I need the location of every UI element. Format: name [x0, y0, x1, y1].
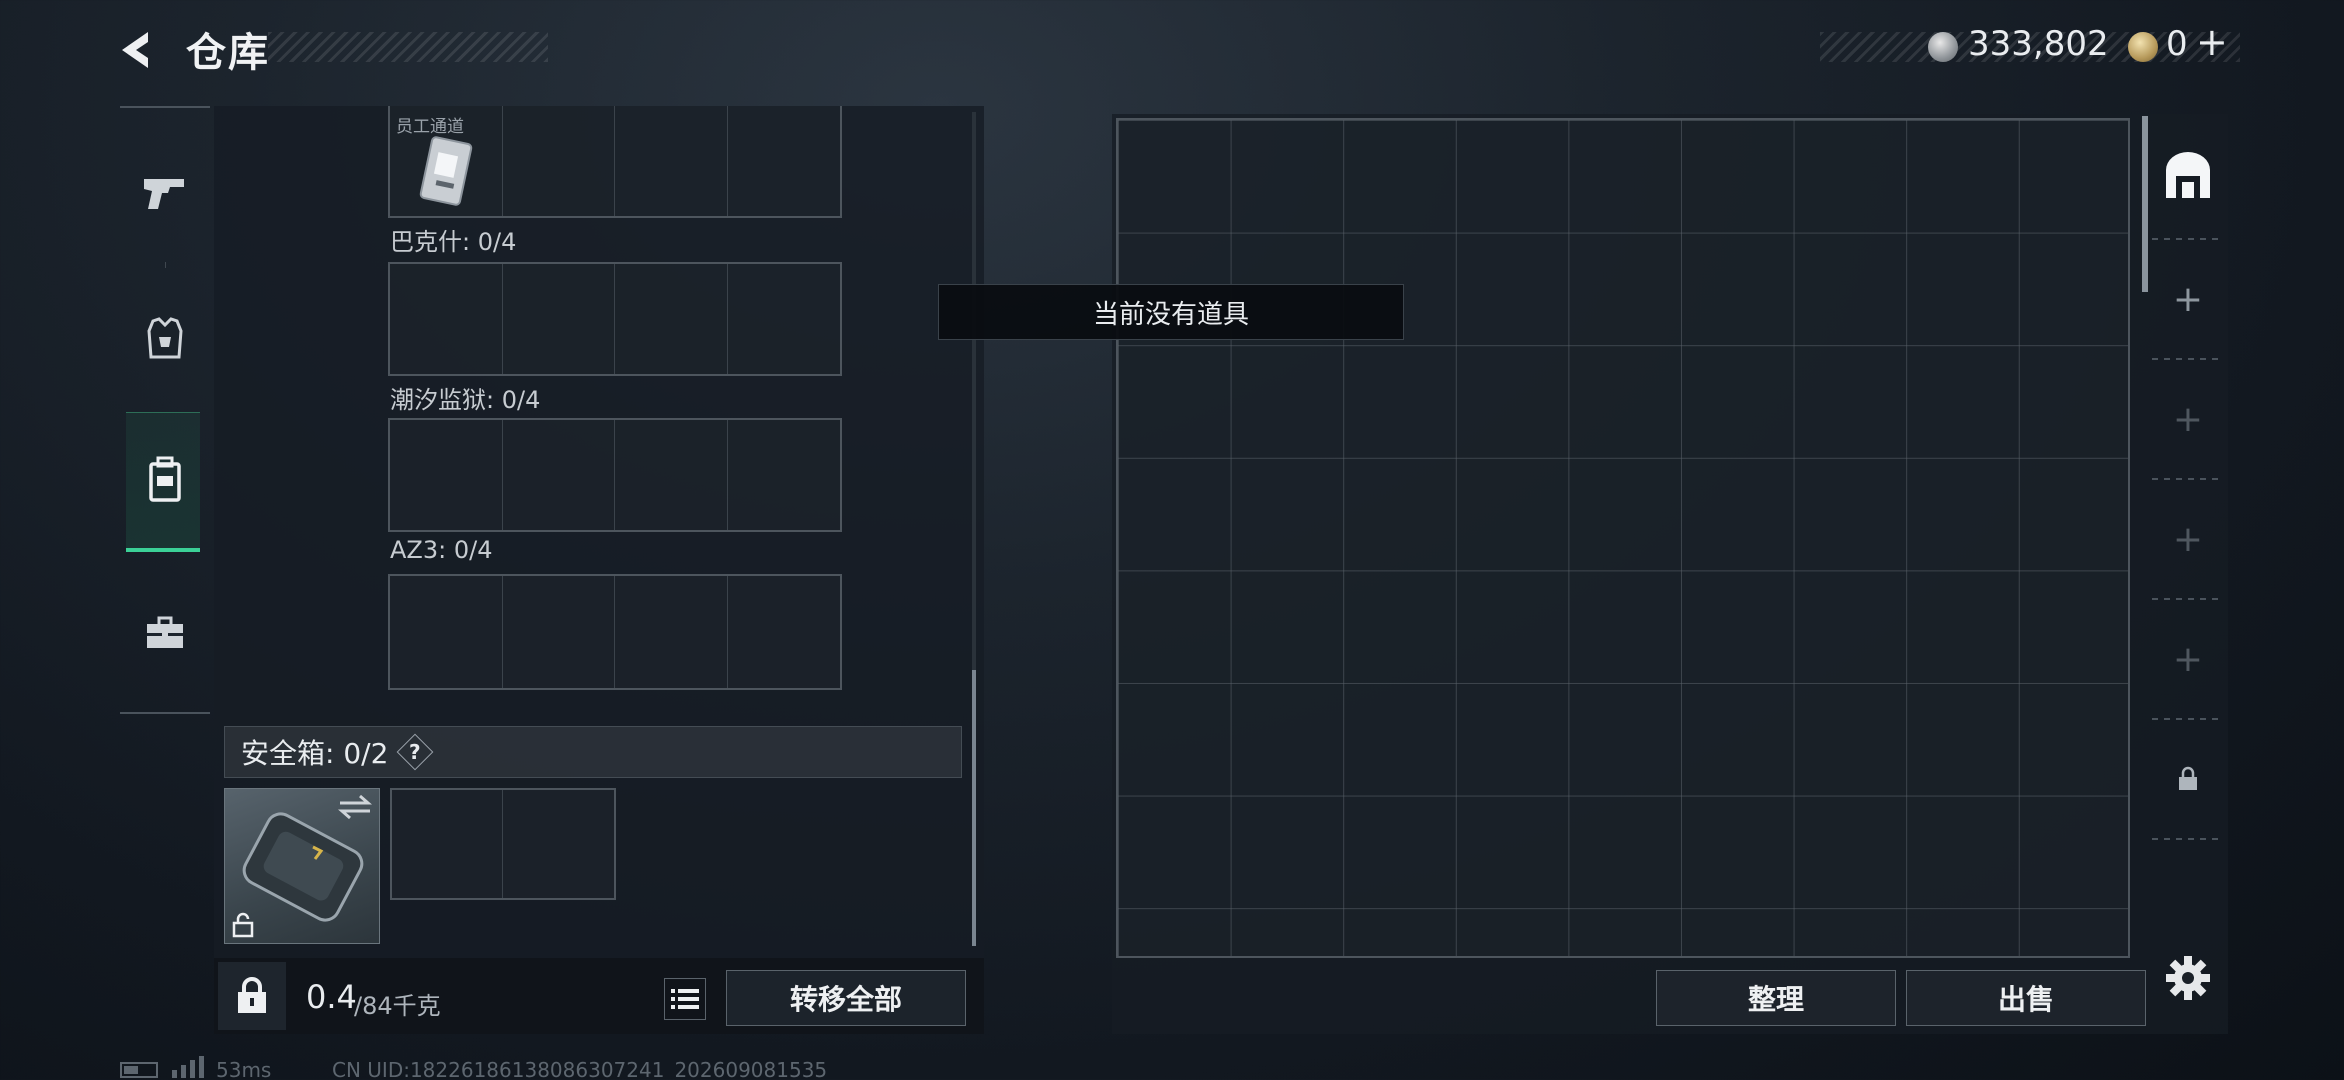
key-grid-tidal-prison	[388, 418, 842, 532]
warehouse-page-1[interactable]	[2152, 116, 2224, 234]
key-slot[interactable]	[390, 264, 503, 374]
key-slot[interactable]	[728, 576, 841, 688]
empty-warehouse-tip: 当前没有道具	[938, 284, 1404, 340]
key-group-label: AZ3: 0/4	[390, 536, 493, 564]
key-slot[interactable]	[390, 576, 503, 688]
rail-item-tools[interactable]	[120, 568, 210, 698]
list-icon	[671, 989, 699, 1009]
lock-icon	[232, 912, 254, 938]
key-slot[interactable]	[615, 420, 728, 530]
weight-current: 0.4	[306, 978, 357, 1016]
key-group-label: 潮汐监狱: 0/4	[390, 386, 541, 414]
backpack-icon	[149, 456, 181, 502]
swap-icon[interactable]	[338, 794, 372, 820]
key-slot[interactable]	[615, 576, 728, 688]
sell-button[interactable]: 出售	[1906, 970, 2146, 1026]
page-title: 仓库	[186, 30, 270, 76]
battery-icon	[120, 1062, 158, 1078]
key-slot[interactable]	[615, 264, 728, 374]
locked-page-slot[interactable]	[2152, 720, 2224, 838]
add-page-button[interactable]: +	[2152, 240, 2224, 358]
help-icon[interactable]: ?	[397, 733, 434, 771]
warehouse-grid[interactable]	[1116, 118, 2130, 958]
transfer-all-button[interactable]: 转移全部	[726, 970, 966, 1026]
add-page-icon: +	[2172, 278, 2204, 320]
coin-icon	[1928, 32, 1958, 62]
user-id: CN UID:18226186138086307241_202609081535	[332, 1058, 828, 1080]
premium-currency-icon	[2128, 32, 2158, 62]
signal-icon	[172, 1056, 204, 1078]
sort-button[interactable]: 整理	[1656, 970, 1896, 1026]
page-separator	[2152, 838, 2224, 840]
rail-item-armor[interactable]	[120, 274, 210, 404]
list-view-button[interactable]	[664, 978, 706, 1020]
rail-separator	[165, 262, 166, 268]
gear-icon	[2166, 956, 2210, 1000]
premium-currency-balance: 0	[2166, 24, 2188, 64]
category-rail	[120, 106, 210, 714]
key-slot[interactable]	[728, 420, 841, 530]
left-scrollbar-thumb[interactable]	[972, 670, 976, 946]
settings-button[interactable]	[2160, 950, 2216, 1006]
key-slot[interactable]	[503, 106, 615, 216]
warehouse-page-icon	[2166, 152, 2210, 198]
coin-balance: 333,802	[1968, 24, 2109, 64]
add-page-button[interactable]: +	[2152, 600, 2224, 718]
back-arrow-icon	[122, 32, 148, 68]
add-page-button[interactable]: +	[2152, 480, 2224, 598]
add-page-icon: +	[2172, 398, 2204, 440]
key-grid-az3	[388, 574, 842, 690]
key-group-label: 巴克什: 0/4	[390, 228, 517, 256]
add-page-icon: +	[2172, 638, 2204, 680]
rail-item-weapons[interactable]	[120, 128, 210, 258]
add-page-icon: +	[2172, 518, 2204, 560]
add-currency-button[interactable]: +	[2196, 20, 2228, 64]
lock-icon	[238, 977, 266, 1013]
rail-item-backpack[interactable]	[120, 414, 210, 544]
toolbox-icon	[147, 616, 183, 648]
key-slot[interactable]	[503, 264, 615, 374]
key-slot[interactable]	[728, 264, 841, 374]
warehouse-page-rail: + + + +	[2152, 114, 2224, 944]
safebox-slots	[390, 788, 616, 900]
key-slot[interactable]	[503, 576, 615, 688]
ping-readout: 53ms	[216, 1058, 272, 1080]
key-grid-bakesh	[388, 262, 842, 376]
safebox-label: 安全箱: 0/2	[241, 737, 389, 770]
warehouse-scrollbar-thumb[interactable]	[2142, 116, 2148, 292]
armor-vest-icon	[147, 317, 183, 359]
keycard-name: 员工通道	[396, 117, 464, 137]
weight-capacity: /84千克	[354, 992, 441, 1020]
title-decoration	[268, 32, 548, 62]
key-slot[interactable]	[390, 420, 503, 530]
pistol-icon	[144, 179, 184, 209]
back-button[interactable]	[114, 26, 162, 74]
key-slot[interactable]	[503, 420, 615, 530]
key-slot[interactable]	[728, 106, 841, 216]
add-page-button[interactable]: +	[2152, 360, 2224, 478]
key-slot[interactable]	[615, 106, 728, 216]
safebox-slot[interactable]	[503, 790, 614, 898]
safebox-slot[interactable]	[392, 790, 503, 898]
lock-icon	[2179, 766, 2197, 790]
weight-lock-button[interactable]	[218, 962, 286, 1030]
safebox-header: 安全箱: 0/2 ?	[224, 726, 962, 778]
